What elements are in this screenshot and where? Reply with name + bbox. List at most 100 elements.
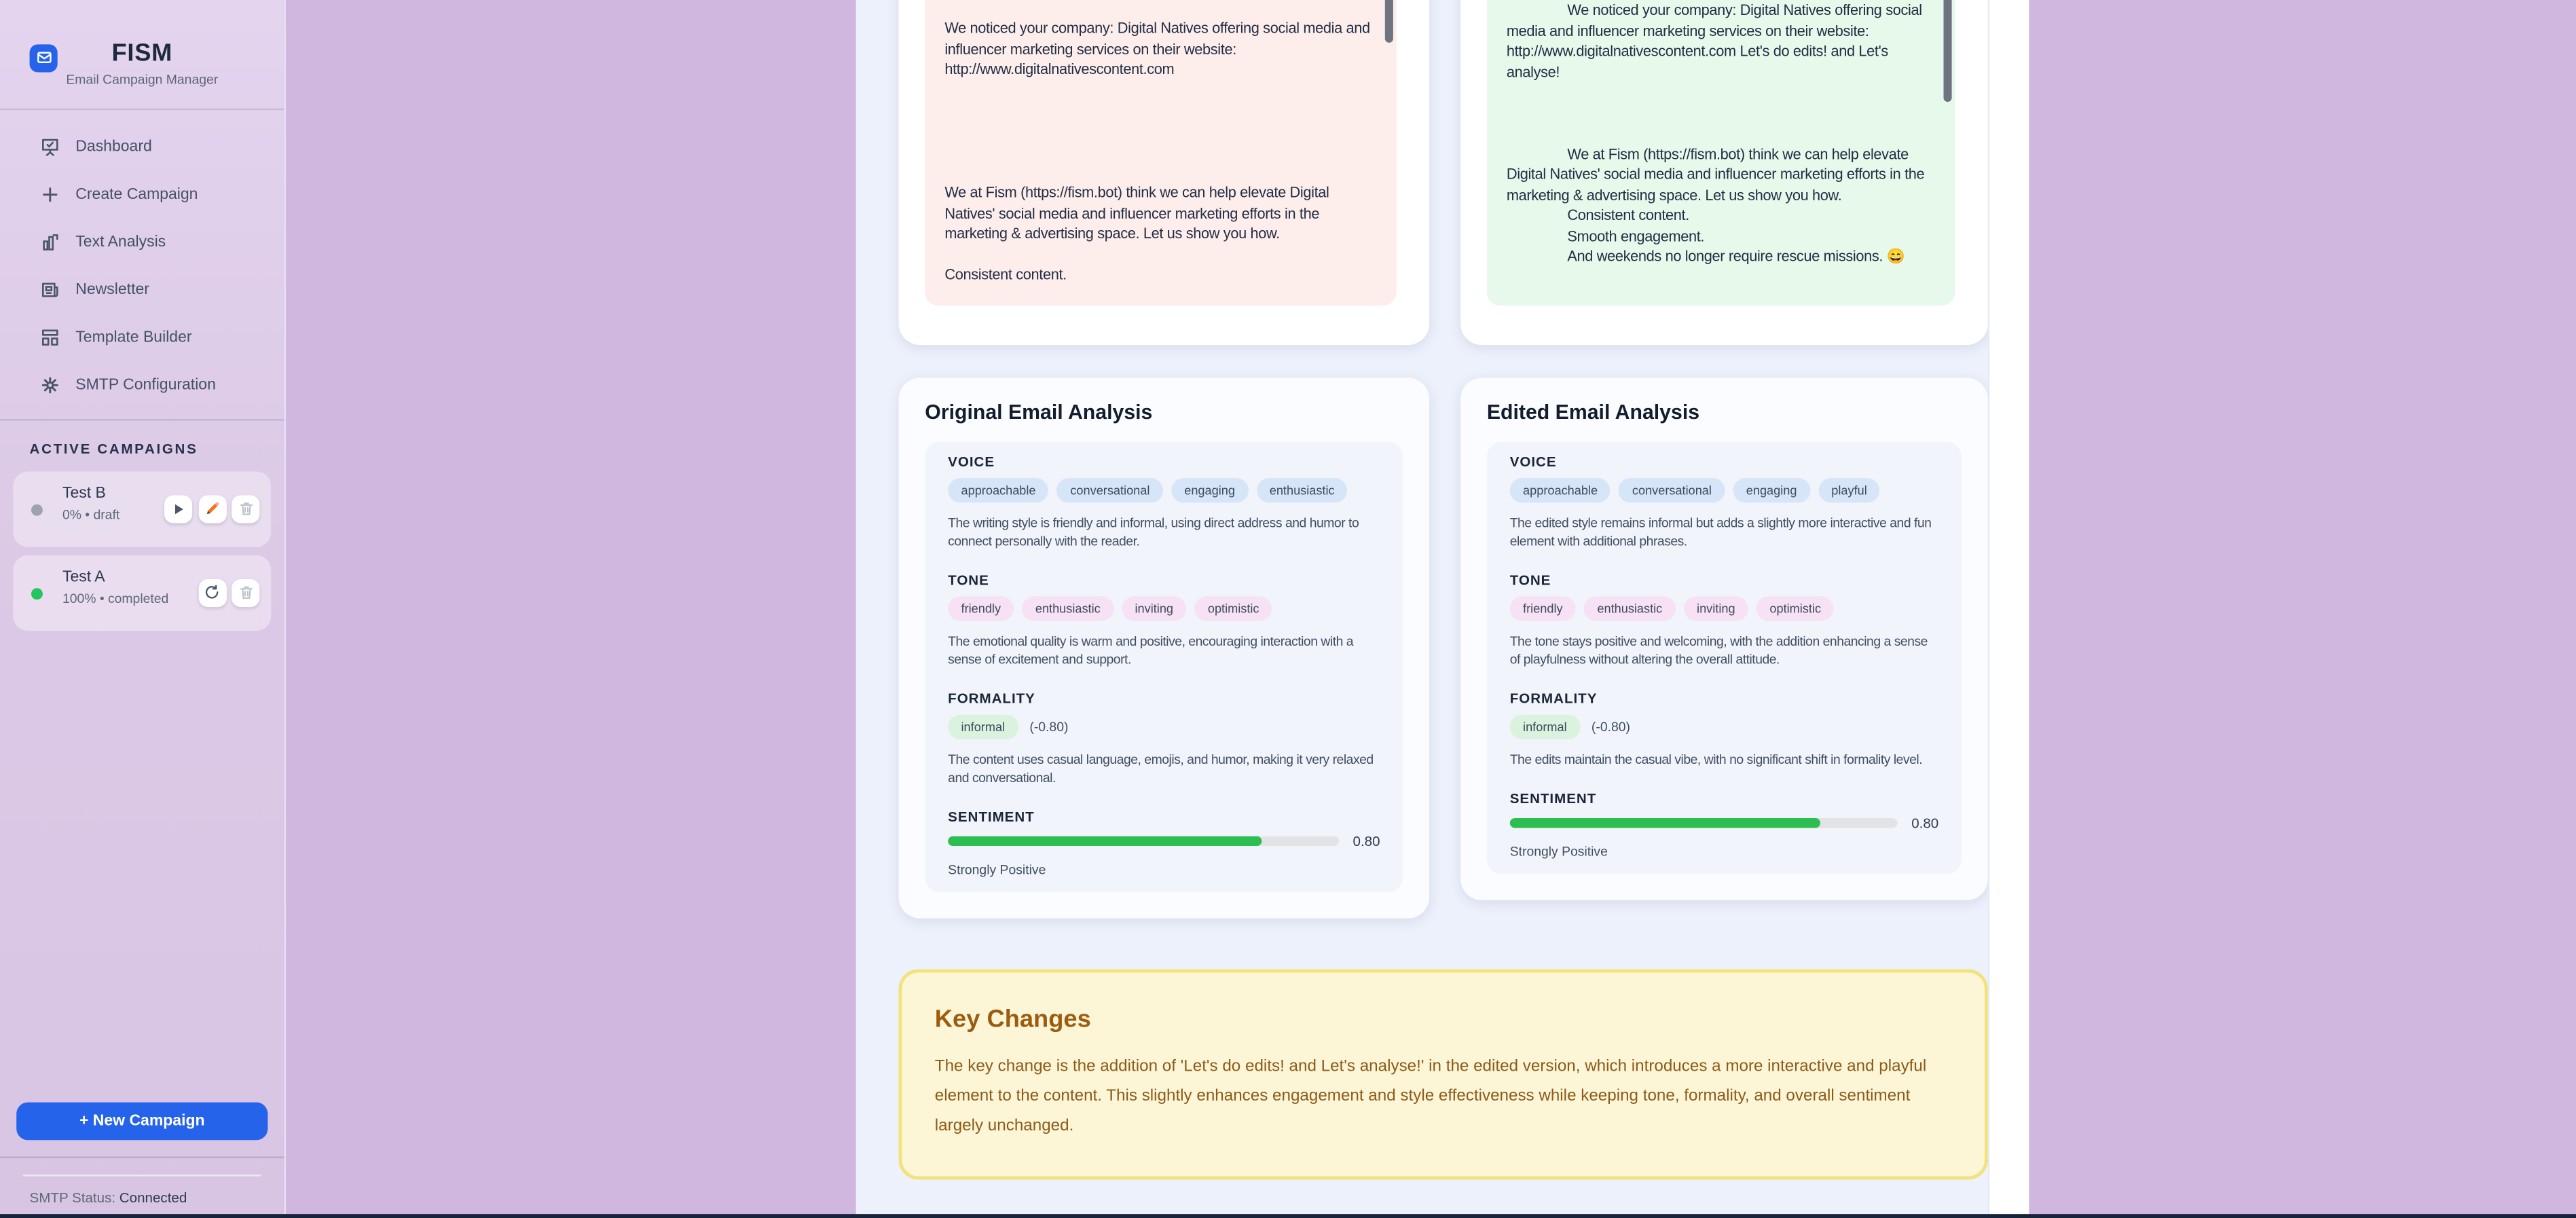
sentiment-label: Strongly Positive bbox=[1510, 845, 1939, 860]
tone-description: The tone stays positive and welcoming, w… bbox=[1510, 633, 1939, 669]
plus-icon bbox=[39, 184, 60, 205]
sidebar-item-label: Template Builder bbox=[75, 329, 191, 347]
tone-chip-list: friendlyenthusiasticinvitingoptimistic bbox=[948, 596, 1380, 621]
edited-email-textarea[interactable]: We noticed your company: Digital Natives… bbox=[1487, 0, 1955, 306]
tone-section-header: TONE bbox=[1510, 572, 1939, 588]
sidebar-item-template-builder[interactable]: Template Builder bbox=[0, 314, 284, 361]
formality-value-row: informal (-0.80) bbox=[1510, 715, 1939, 739]
active-campaigns-header: ACTIVE CAMPAIGNS bbox=[0, 440, 284, 456]
new-campaign-button[interactable]: + New Campaign bbox=[16, 1103, 268, 1141]
voice-section-header: VOICE bbox=[948, 454, 1380, 470]
email-paragraph: Consistent content. bbox=[944, 265, 1376, 285]
original-email-scrollbar[interactable] bbox=[1385, 0, 1393, 43]
campaign-item-test-a[interactable]: Test A100% • completed bbox=[13, 555, 271, 631]
formality-score: (-0.80) bbox=[1591, 720, 1630, 735]
email-paragraph: We at Fism (https://fism.bot) think we c… bbox=[944, 183, 1376, 244]
sidebar: FISM Email Campaign Manager Dashboard Cre… bbox=[0, 0, 286, 1218]
email-paragraph: We noticed your company: Digital Natives… bbox=[944, 18, 1376, 80]
email-paragraph: Smooth engagement. bbox=[1507, 226, 1936, 246]
analysis-body: VOICEapproachableconversationalengagingp… bbox=[1487, 442, 1962, 874]
sidebar-item-label: Dashboard bbox=[75, 138, 151, 156]
tone-trait-chip: optimistic bbox=[1194, 596, 1272, 621]
sentiment-section-header: SENTIMENT bbox=[1510, 790, 1939, 807]
campaign-status-dot bbox=[31, 587, 43, 599]
smtp-status-label: SMTP Status: bbox=[30, 1189, 116, 1206]
voice-trait-chip: approachable bbox=[1510, 478, 1611, 502]
sidebar-item-label: SMTP Configuration bbox=[75, 376, 216, 394]
voice-chip-list: approachableconversationalengagingenthus… bbox=[948, 478, 1380, 502]
delete-campaign-button[interactable] bbox=[232, 496, 259, 523]
sentiment-section-header: SENTIMENT bbox=[948, 808, 1380, 824]
sidebar-item-create-campaign[interactable]: Create Campaign bbox=[0, 171, 284, 219]
app-subtitle: Email Campaign Manager bbox=[16, 72, 268, 87]
original-email-card: We noticed your company: Digital Natives… bbox=[899, 0, 1430, 345]
campaign-list: Test B0% • draft Test A100% • completed bbox=[0, 471, 284, 631]
voice-trait-chip: enthusiastic bbox=[1256, 478, 1348, 502]
newspaper-icon bbox=[39, 279, 60, 300]
sidebar-item-smtp-configuration[interactable]: SMTP Configuration bbox=[0, 361, 284, 409]
formality-description: The content uses casual language, emojis… bbox=[948, 751, 1380, 787]
main-scrollbar-track[interactable] bbox=[1988, 0, 2029, 1218]
formality-section-header: FORMALITY bbox=[948, 690, 1380, 706]
sentiment-bar-row: 0.80 bbox=[948, 833, 1380, 849]
delete-campaign-button[interactable] bbox=[232, 579, 259, 607]
voice-chip-list: approachableconversationalengagingplayfu… bbox=[1510, 478, 1939, 502]
original-email-textarea[interactable]: We noticed your company: Digital Natives… bbox=[925, 0, 1396, 306]
key-changes-title: Key Changes bbox=[935, 1005, 1952, 1033]
sidebar-divider bbox=[0, 419, 284, 420]
voice-description: The writing style is friendly and inform… bbox=[948, 514, 1380, 550]
sidebar-item-label: Create Campaign bbox=[75, 185, 198, 204]
sidebar-item-dashboard[interactable]: Dashboard bbox=[0, 123, 284, 170]
pencil-icon bbox=[204, 497, 220, 521]
tone-trait-chip: enthusiastic bbox=[1023, 596, 1114, 621]
restart-icon bbox=[204, 580, 220, 605]
email-blank-lines bbox=[944, 79, 946, 182]
formality-chip: informal bbox=[948, 715, 1018, 739]
formality-section-header: FORMALITY bbox=[1510, 690, 1939, 706]
sidebar-item-text-analysis[interactable]: Text Analysis bbox=[0, 219, 284, 266]
edited-email-scrollbar[interactable] bbox=[1944, 0, 1952, 102]
original-analysis-card: Original Email AnalysisVOICEapproachable… bbox=[899, 378, 1430, 919]
voice-trait-chip: conversational bbox=[1057, 478, 1163, 502]
main-content: We noticed your company: Digital Natives… bbox=[856, 0, 2029, 1218]
key-changes-text: The key change is the addition of 'Let's… bbox=[935, 1053, 1952, 1142]
sentiment-score: 0.80 bbox=[1353, 833, 1380, 849]
email-paragraph: Consistent content. bbox=[1507, 205, 1936, 225]
voice-description: The edited style remains informal but ad… bbox=[1510, 514, 1939, 550]
layout-icon bbox=[39, 327, 60, 348]
trash-icon bbox=[238, 497, 254, 521]
sentiment-bar-row: 0.80 bbox=[1510, 815, 1939, 831]
voice-trait-chip: engaging bbox=[1171, 478, 1248, 502]
email-paragraph: We at Fism (https://fism.bot) think we c… bbox=[1507, 144, 1936, 206]
sentiment-score: 0.80 bbox=[1911, 815, 1938, 831]
analysis-body: VOICEapproachableconversationalengaginge… bbox=[925, 442, 1403, 892]
edited-analysis-card: Edited Email AnalysisVOICEapproachableco… bbox=[1460, 378, 1988, 900]
email-paragraph: And weekends no longer require rescue mi… bbox=[1507, 246, 1936, 267]
tone-trait-chip: friendly bbox=[948, 596, 1014, 621]
sidebar-bottom-inner-divider bbox=[23, 1175, 261, 1176]
tone-trait-chip: friendly bbox=[1510, 596, 1576, 621]
edit-campaign-button[interactable] bbox=[198, 496, 226, 523]
play-icon bbox=[171, 497, 186, 521]
edited-email-card: We noticed your company: Digital Natives… bbox=[1460, 0, 1988, 345]
tone-section-header: TONE bbox=[948, 572, 1380, 588]
email-blank-lines bbox=[1507, 82, 1508, 144]
campaign-actions bbox=[164, 496, 259, 523]
play-campaign-button[interactable] bbox=[164, 496, 192, 523]
campaign-item-test-b[interactable]: Test B0% • draft bbox=[13, 471, 271, 547]
sentiment-bar-track bbox=[948, 836, 1340, 847]
key-changes-panel: Key Changes The key change is the additi… bbox=[899, 970, 1988, 1180]
smtp-status-value: Connected bbox=[119, 1189, 187, 1206]
sidebar-bottom-divider bbox=[0, 1156, 284, 1158]
tone-description: The emotional quality is warm and positi… bbox=[948, 633, 1380, 669]
voice-trait-chip: engaging bbox=[1733, 478, 1809, 502]
envelope-icon bbox=[35, 43, 52, 73]
sentiment-bar-fill bbox=[1510, 818, 1821, 828]
restart-campaign-button[interactable] bbox=[198, 579, 226, 607]
tone-trait-chip: inviting bbox=[1684, 596, 1748, 621]
formality-chip: informal bbox=[1510, 715, 1580, 739]
email-blank-lines bbox=[944, 244, 946, 264]
sidebar-item-newsletter[interactable]: Newsletter bbox=[0, 266, 284, 314]
sidebar-header: FISM Email Campaign Manager bbox=[0, 0, 284, 110]
formality-description: The edits maintain the casual vibe, with… bbox=[1510, 751, 1939, 769]
